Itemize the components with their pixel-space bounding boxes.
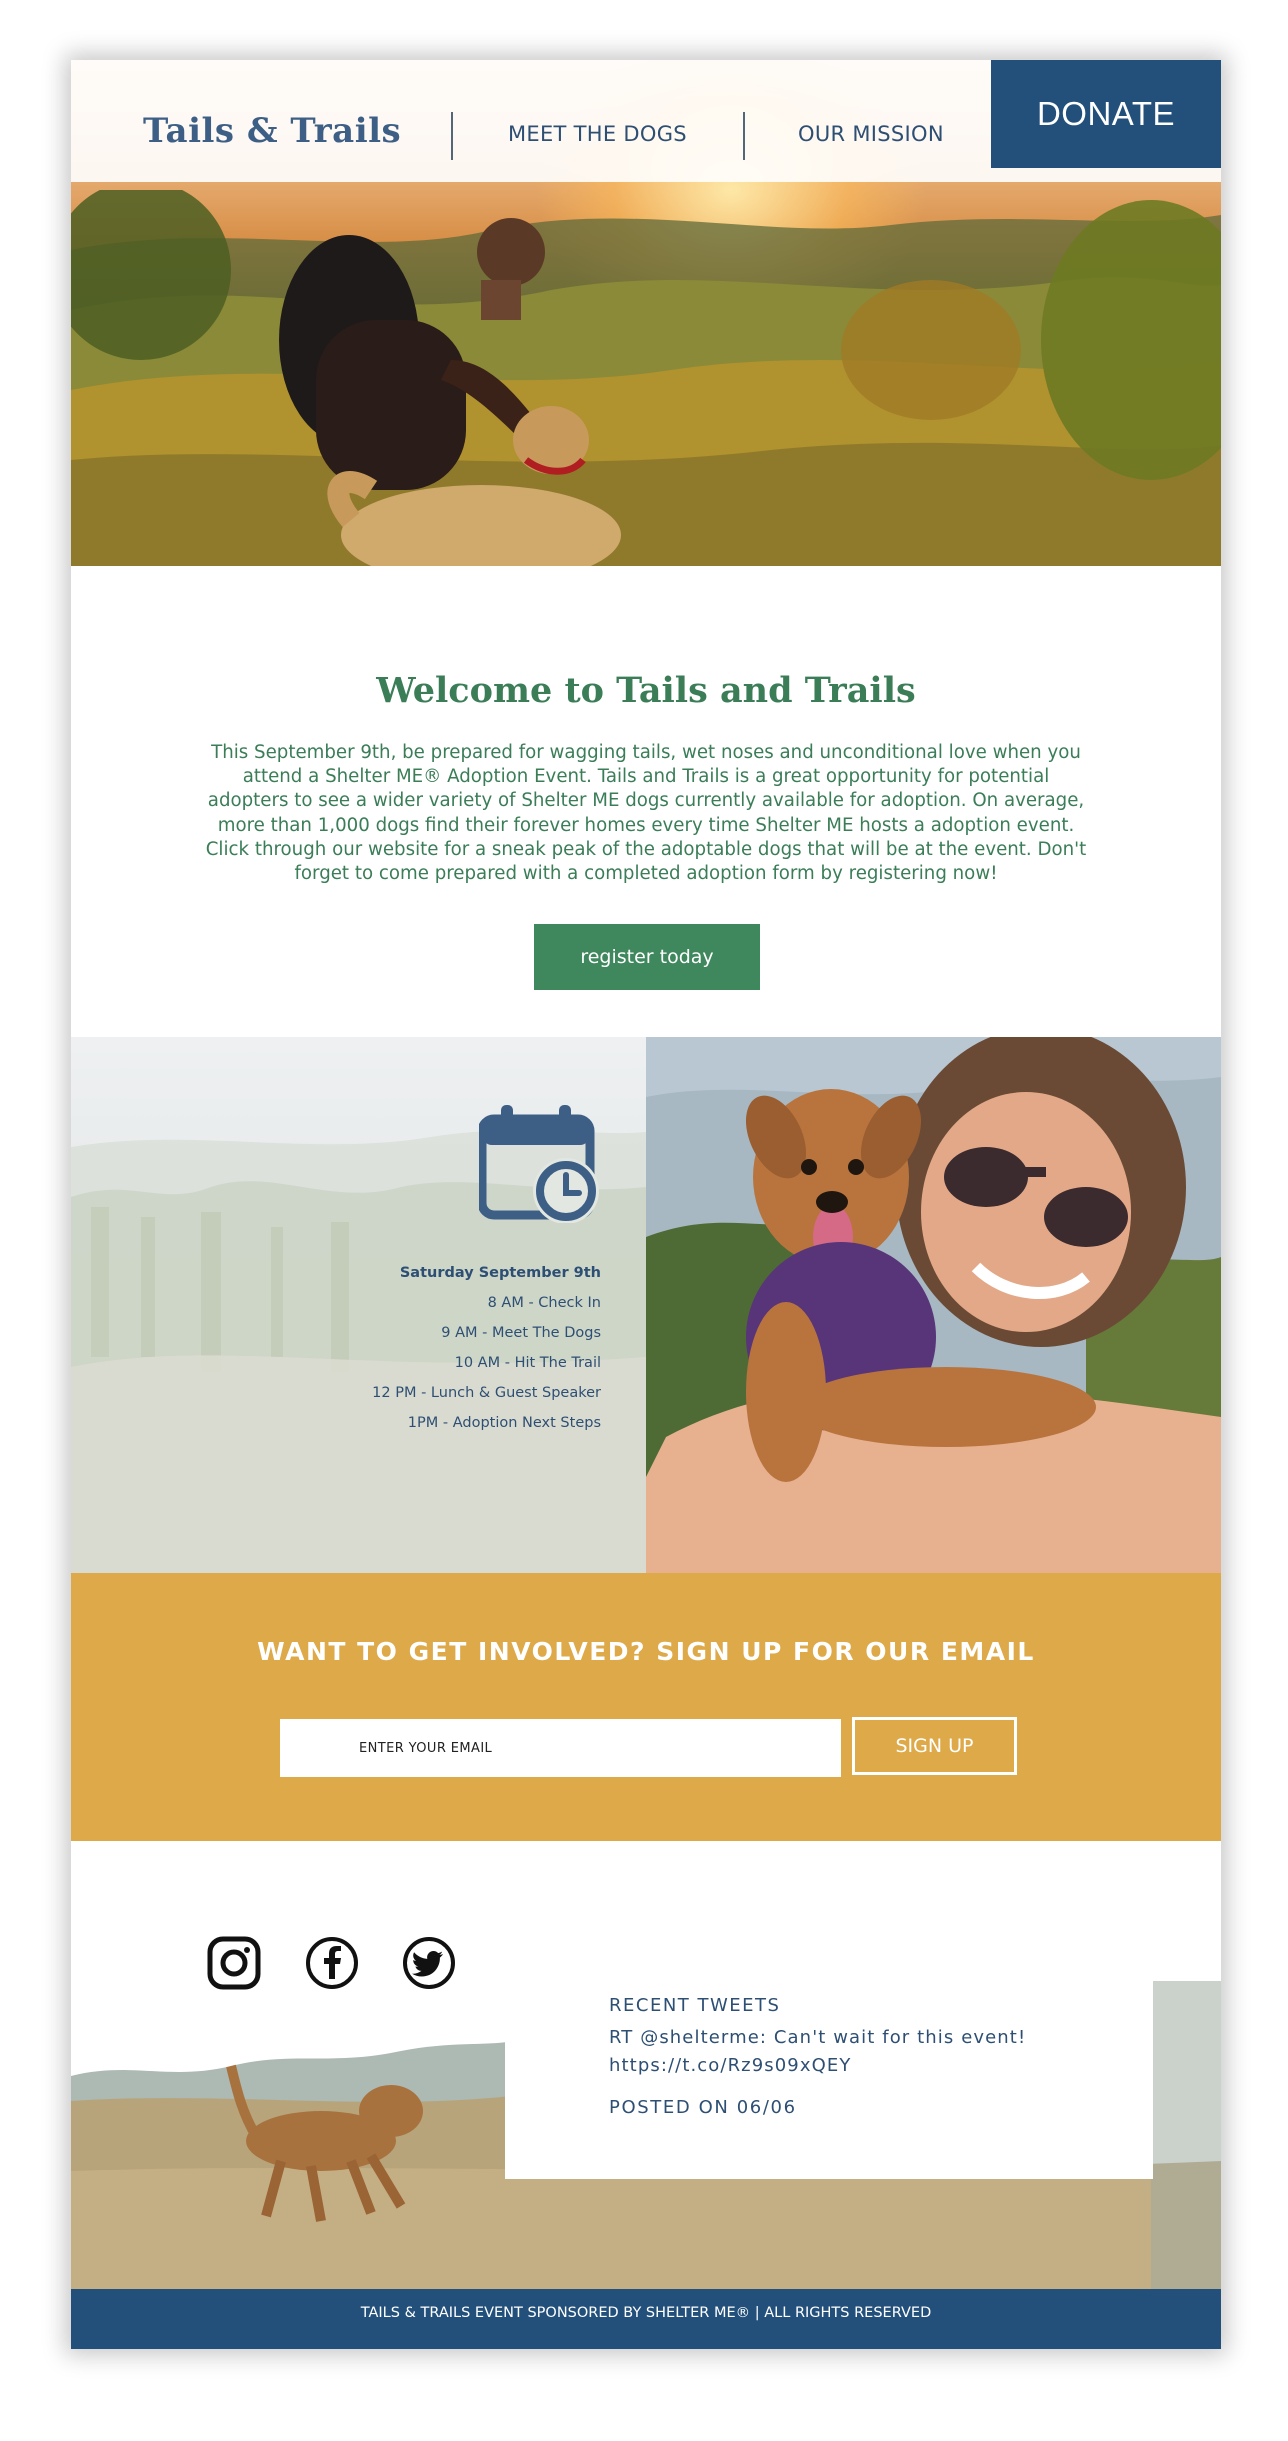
schedule-section: Saturday September 9th 8 AM - Check In 9… [71,1037,646,1573]
nav-divider [743,112,745,160]
calendar-clock-icon [479,1105,599,1223]
register-today-button[interactable]: register today [534,924,760,990]
schedule-date: Saturday September 9th [399,1265,601,1281]
donate-button[interactable]: DONATE [991,60,1221,168]
footer: TAILS & TRAILS EVENT SPONSORED BY SHELTE… [71,2289,1221,2349]
nav-meet-the-dogs[interactable]: MEET THE DOGS [508,122,687,146]
welcome-title: Welcome to Tails and Trails [376,670,916,711]
recent-tweets-card: RECENT TWEETS RT @shelterme: Can't wait … [505,1921,1153,2179]
social-section: RECENT TWEETS RT @shelterme: Can't wait … [71,1841,1221,2289]
instagram-icon[interactable] [206,1935,262,1991]
tweets-heading: RECENT TWEETS [609,1995,781,2016]
schedule-item: 12 PM - Lunch & Guest Speaker [372,1385,601,1401]
newsletter-section: WANT TO GET INVOLVED? SIGN UP FOR OUR EM… [71,1573,1221,1841]
twitter-icon[interactable] [401,1935,457,1991]
welcome-text: This September 9th, be prepared for wagg… [205,742,1087,885]
schedule-item: 1PM - Adoption Next Steps [407,1415,601,1431]
email-input[interactable] [280,1719,841,1777]
schedule-item: 9 AM - Meet The Dogs [441,1325,601,1341]
nav-our-mission[interactable]: OUR MISSION [798,122,944,146]
hero-section: Tails & Trails MEET THE DOGS OUR MISSION… [71,60,1221,566]
tweet-text[interactable]: RT @shelterme: Can't wait for this event… [609,2024,1129,2080]
facebook-icon[interactable] [304,1935,360,1991]
photo-woman-hugging-dog [646,1037,1221,1573]
site-logo[interactable]: Tails & Trails [143,111,401,151]
nav-divider [451,112,453,160]
newsletter-title: WANT TO GET INVOLVED? SIGN UP FOR OUR EM… [257,1637,1035,1666]
sign-up-button[interactable]: SIGN UP [852,1717,1017,1775]
schedule-item: 10 AM - Hit The Trail [454,1355,601,1371]
page: Tails & Trails MEET THE DOGS OUR MISSION… [71,60,1221,2349]
tweet-posted-date: POSTED ON 06/06 [609,2097,797,2118]
schedule-item: 8 AM - Check In [487,1295,601,1311]
hero-photo-hiker-with-dog [71,190,1221,566]
footer-text: TAILS & TRAILS EVENT SPONSORED BY SHELTE… [360,2305,932,2321]
